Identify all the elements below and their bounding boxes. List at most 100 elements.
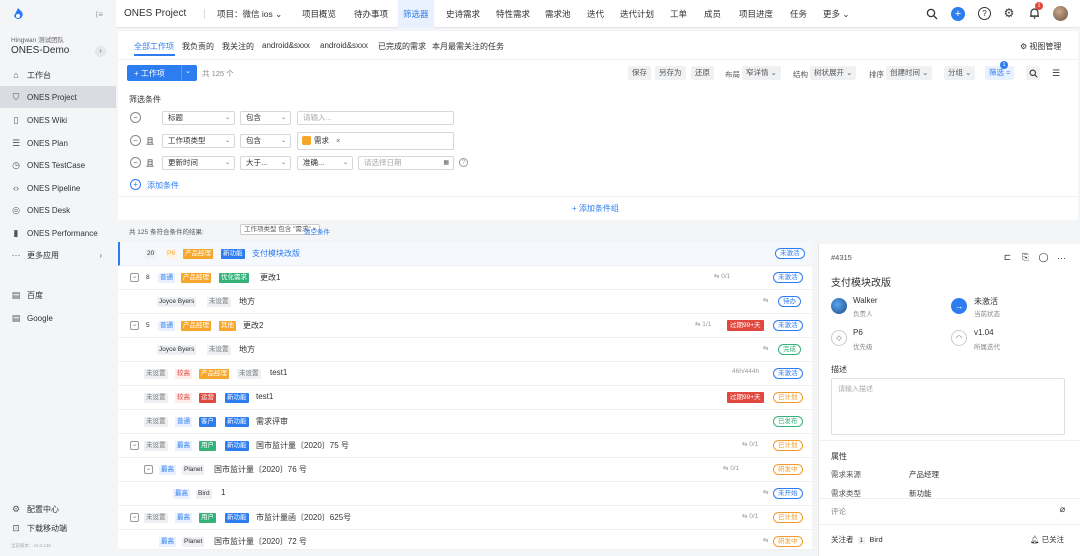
tab-progress[interactable]: 项目进度 [734, 0, 778, 28]
filter-operator-select[interactable]: 包含 ⌄ [240, 111, 291, 125]
tab-todo[interactable]: 待办事项 [349, 0, 393, 28]
sidebar-item-ones-project[interactable]: ⛉ ONES Project [0, 86, 116, 108]
item-title[interactable]: 支付模块改版 [252, 248, 300, 259]
table-row[interactable]: Joyce Byers 未设置 地方 ⇆ 待办 [118, 290, 812, 314]
sidebar-item-ones-wiki[interactable]: ▯ ONES Wiki [0, 109, 116, 131]
add-condition-icon[interactable]: + [130, 179, 141, 190]
remove-condition-icon[interactable]: − [130, 112, 141, 123]
new-workitem-button[interactable]: + 工作项 ⌄ [127, 65, 197, 81]
gear-icon[interactable]: ⚙ [1002, 6, 1016, 20]
ones-logo[interactable] [11, 7, 25, 21]
item-title[interactable]: 地方 [239, 296, 255, 307]
remove-condition-icon[interactable]: − [130, 135, 141, 146]
tab-more[interactable]: 更多 ⌄ [818, 0, 855, 28]
add-condition-button[interactable]: 添加条件 [147, 180, 179, 191]
item-title[interactable]: test1 [270, 368, 287, 377]
filter-field-select[interactable]: 工作项类型 ⌄ [162, 134, 235, 148]
structure-select[interactable]: 树状展开 ⌄ [810, 66, 857, 80]
save-button[interactable]: 保存 [628, 66, 651, 80]
collapse-sidebar-icon[interactable]: ⟨≡ [93, 8, 105, 20]
table-row[interactable]: ⌄ 5 普通 产品经理 其他 更改2 ⇆ 1/1 过期99+天 未激活 [118, 314, 812, 338]
link-baidu[interactable]: ▤ 百度 [0, 284, 116, 306]
filter-field-select[interactable]: 标题 ⌄ [162, 111, 235, 125]
tab-backlog[interactable]: 需求池 [540, 0, 576, 28]
team-switch-chevron-icon[interactable]: › [95, 46, 106, 57]
status-badge[interactable]: 未激活 [775, 248, 805, 259]
search-icon[interactable] [925, 7, 939, 21]
status-badge[interactable]: 未激活 [773, 320, 803, 331]
table-row[interactable]: ⌄ 未设置 最高 用户 新功能 市监计量函〔2020〕625号 ⇆ 0/1 已计… [118, 506, 812, 530]
restore-button[interactable]: 还原 [691, 66, 714, 80]
add-icon[interactable]: + [951, 7, 965, 21]
sidebar-item-workbench[interactable]: ⌂ 工作台 [0, 64, 116, 86]
item-title[interactable]: test1 [256, 392, 273, 401]
tab-iteration-plan[interactable]: 迭代计划 [615, 0, 659, 28]
owner-name[interactable]: Walker [853, 296, 878, 305]
copy-icon[interactable]: ⎘ [1020, 252, 1031, 263]
close-icon[interactable]: × [336, 135, 340, 147]
expand-toggle-icon[interactable]: ⌄ [130, 321, 139, 330]
help-icon[interactable]: ? [459, 158, 468, 167]
arrow-right-icon[interactable]: → [951, 298, 967, 314]
expand-toggle-icon[interactable]: ⌄ [130, 273, 139, 282]
sidebar-item-ones-pipeline[interactable]: ‹› ONES Pipeline [0, 177, 116, 199]
status-badge[interactable]: 研发中 [773, 464, 803, 475]
status-badge[interactable]: 完成 [778, 344, 801, 355]
help-icon[interactable]: ? [978, 7, 991, 20]
hierarchy-icon[interactable]: ⊏ [1002, 252, 1013, 263]
save-as-button[interactable]: 另存为 [655, 66, 686, 80]
table-row[interactable]: 20 P6 产品经理 新功能 支付模块改版 未激活 [118, 242, 812, 266]
status-badge[interactable]: 已计划 [773, 440, 803, 451]
layout-select[interactable]: 窄详情 ⌄ [742, 66, 781, 80]
tab-feature[interactable]: 特性需求 [491, 0, 535, 28]
status-badge[interactable]: 未激活 [773, 272, 803, 283]
sort-select[interactable]: 创建时间 ⌄ [886, 66, 933, 80]
follow-button[interactable]: 🔔︎ 已关注 [1030, 534, 1064, 545]
table-row[interactable]: 未设置 较高 运营 新功能 test1 过期99+天 已计划 [118, 386, 812, 410]
sidebar-item-ones-plan[interactable]: ☰ ONES Plan [0, 132, 116, 154]
link-google[interactable]: ▤ Google [0, 307, 116, 329]
filter-type-multiselect[interactable]: 需求 × [297, 132, 454, 150]
property-value[interactable]: 产品经理 [909, 469, 939, 480]
filter-toggle[interactable]: 筛选 ≈ [985, 66, 1015, 80]
table-row[interactable]: ⌄ 8 普通 产品经理 优化需求 更改1 ⇆ 0/1 未激活 [118, 266, 812, 290]
table-row[interactable]: ⌄ 最高 Planet 国市监计量〔2020〕76 号 ⇆ 0/1 研发中 [118, 458, 812, 482]
tab-filter[interactable]: 筛选器 [398, 0, 434, 28]
status-badge[interactable]: 已发布 [773, 416, 803, 427]
filter-operator-select[interactable]: 包含 ⌄ [240, 134, 291, 148]
state-value[interactable]: 未激活 [974, 296, 998, 307]
table-row[interactable]: 未设置 普通 客户 新功能 需求评审 已发布 [118, 410, 812, 434]
item-title[interactable]: 1 [221, 488, 225, 497]
view-tab-completed[interactable]: 已完成的需求 [378, 41, 426, 52]
detail-title[interactable]: 支付模块改版 [831, 274, 891, 289]
priority-value[interactable]: P6 [853, 328, 863, 337]
item-title[interactable]: 更改1 [260, 272, 280, 283]
filter-title-input[interactable]: 请输入... [297, 111, 454, 125]
tab-iteration[interactable]: 迭代 [582, 0, 609, 28]
tab-tasks[interactable]: 任务 [785, 0, 812, 28]
view-manage[interactable]: ⚙ 视图管理 [1020, 41, 1061, 52]
status-badge[interactable]: 未激活 [773, 368, 803, 379]
status-badge[interactable]: 已计划 [773, 512, 803, 523]
team-name[interactable]: ONES-Demo [11, 45, 69, 56]
tab-overview[interactable]: 项目概览 [297, 0, 341, 28]
iteration-value[interactable]: v1.04 [974, 328, 994, 337]
download-mobile[interactable]: ⊡ 下载移动端 [0, 517, 116, 539]
view-tab-following[interactable]: 我关注的 [222, 41, 254, 52]
remove-condition-icon[interactable]: − [130, 157, 141, 168]
view-tab-all[interactable]: 全部工作项 [134, 41, 174, 52]
table-row[interactable]: 最高 Planet 国市监计量〔2020〕72 号 ⇆ 研发中 [118, 530, 812, 550]
view-tab-this-month[interactable]: 本月最需关注的任务 [432, 41, 504, 52]
status-badge[interactable]: 未开始 [773, 488, 803, 499]
expand-toggle-icon[interactable]: ⌄ [130, 513, 139, 522]
add-condition-group-button[interactable]: + 添加条件组 [572, 203, 619, 214]
sidebar-item-ones-testcase[interactable]: ◷ ONES TestCase [0, 154, 116, 176]
comment-icon[interactable]: ◯ [1038, 252, 1049, 263]
project-selector[interactable]: 项目：微信 ios ⌄ [212, 0, 287, 28]
item-title[interactable]: 市监计量函〔2020〕625号 [256, 512, 351, 523]
tab-epic[interactable]: 史诗需求 [441, 0, 485, 28]
table-row[interactable]: 最高 Bird 1 ⇆ 未开始 [118, 482, 812, 506]
tab-members[interactable]: 成员 [699, 0, 726, 28]
status-badge[interactable]: 研发中 [773, 536, 803, 547]
avatar[interactable] [1053, 6, 1068, 21]
